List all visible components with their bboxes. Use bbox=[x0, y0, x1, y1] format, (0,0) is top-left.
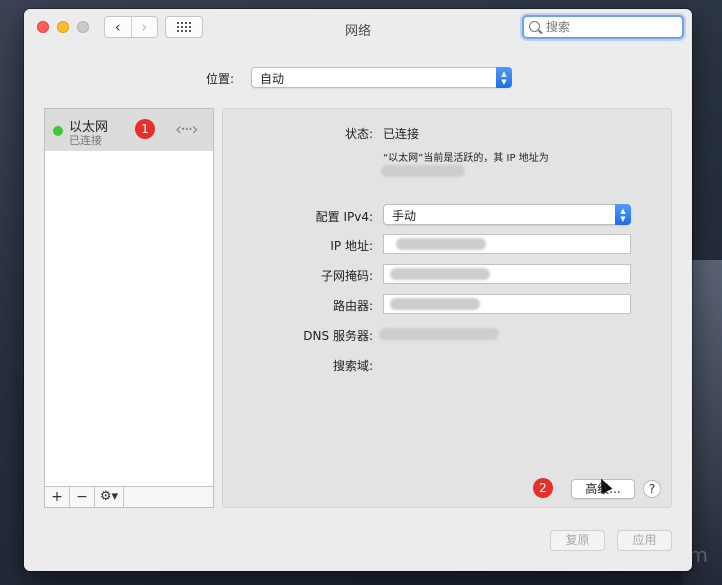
status-dot-icon bbox=[53, 126, 63, 136]
apply-button[interactable]: 应用 bbox=[617, 530, 672, 551]
location-label: 位置: bbox=[206, 72, 235, 86]
service-list: 以太网 已连接 1 ‹···› + − ⚙▾ bbox=[44, 108, 214, 508]
subnet-mask-label: 子网掩码: bbox=[320, 269, 373, 283]
status-value: 已连接 bbox=[383, 127, 420, 141]
updown-arrows-icon: ▲ ▼ bbox=[615, 204, 631, 225]
redacted-ip bbox=[381, 165, 465, 177]
search-icon bbox=[529, 21, 540, 32]
redacted-dns bbox=[379, 328, 499, 340]
search-field[interactable] bbox=[522, 15, 684, 39]
config-ipv4-select[interactable]: 手动 ▲ ▼ bbox=[383, 204, 631, 225]
revert-button[interactable]: 复原 bbox=[550, 530, 605, 551]
titlebar: ‹ › 网络 bbox=[24, 9, 692, 47]
service-list-toolbar: + − ⚙▾ bbox=[45, 486, 213, 507]
search-domain-label: 搜索域: bbox=[332, 359, 373, 373]
details-panel: 状态: 已连接 “以太网”当前是活跃的，其 IP 地址为 配置 IPv4: 手动… bbox=[222, 108, 672, 508]
redacted-value bbox=[390, 298, 480, 310]
router-label: 路由器: bbox=[332, 299, 373, 313]
location-value: 自动 bbox=[260, 72, 285, 86]
annotation-badge-2: 2 bbox=[533, 478, 553, 498]
add-service-button[interactable]: + bbox=[45, 487, 70, 507]
status-label: 状态: bbox=[344, 127, 373, 141]
ip-address-field[interactable] bbox=[383, 234, 631, 254]
service-item-ethernet[interactable]: 以太网 已连接 1 ‹···› bbox=[45, 109, 213, 151]
router-field[interactable] bbox=[383, 294, 631, 314]
ethernet-icon: ‹···› bbox=[175, 119, 199, 140]
updown-arrows-icon: ▲ ▼ bbox=[496, 67, 512, 88]
help-button[interactable]: ? bbox=[643, 480, 661, 498]
redacted-value bbox=[396, 238, 486, 250]
ip-address-label: IP 地址: bbox=[330, 239, 373, 253]
service-status: 已连接 bbox=[69, 134, 102, 147]
network-window: ‹ › 网络 位置: 自动 ▲▼ 以太网 已连接 1 ‹···› + − ⚙▾ bbox=[24, 9, 692, 571]
gear-menu-button[interactable]: ⚙▾ bbox=[95, 487, 124, 507]
location-select[interactable]: 自动 ▲ ▼ bbox=[251, 67, 512, 88]
dns-server-label: DNS 服务器: bbox=[303, 329, 373, 343]
config-ipv4-value: 手动 bbox=[392, 209, 417, 223]
config-ipv4-label: 配置 IPv4: bbox=[315, 210, 373, 224]
subnet-mask-field[interactable] bbox=[383, 264, 631, 284]
search-input[interactable] bbox=[546, 19, 671, 35]
annotation-badge-1: 1 bbox=[135, 119, 155, 139]
redacted-value bbox=[390, 268, 490, 280]
remove-service-button[interactable]: − bbox=[70, 487, 95, 507]
status-description: “以太网”当前是活跃的，其 IP 地址为 bbox=[383, 153, 549, 164]
